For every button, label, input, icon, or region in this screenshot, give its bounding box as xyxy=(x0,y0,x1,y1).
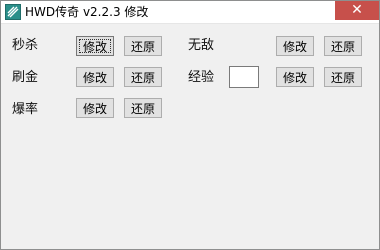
experience-restore-button[interactable]: 还原 xyxy=(324,67,362,87)
app-icon xyxy=(5,4,21,20)
close-button[interactable]: ✕ xyxy=(335,1,379,20)
experience-modify-button[interactable]: 修改 xyxy=(276,67,314,87)
close-icon: ✕ xyxy=(351,2,363,18)
drop-rate-restore-button[interactable]: 还原 xyxy=(124,98,162,118)
instant-kill-modify-button[interactable]: 修改 xyxy=(76,36,114,56)
label-experience: 经验 xyxy=(188,70,215,85)
gold-restore-button[interactable]: 还原 xyxy=(124,67,162,87)
gold-modify-button[interactable]: 修改 xyxy=(76,67,114,87)
drop-rate-modify-button[interactable]: 修改 xyxy=(76,98,114,118)
instant-kill-restore-button[interactable]: 还原 xyxy=(124,36,162,56)
experience-input[interactable] xyxy=(229,66,259,88)
label-instant-kill: 秒杀 xyxy=(12,38,39,53)
label-gold: 刷金 xyxy=(12,70,39,85)
invincible-modify-button[interactable]: 修改 xyxy=(276,36,314,56)
label-drop-rate: 爆率 xyxy=(12,102,39,117)
title-bar[interactable]: HWD传奇 v2.2.3 修改 ✕ xyxy=(1,1,379,24)
window-title: HWD传奇 v2.2.3 修改 xyxy=(25,5,149,19)
invincible-restore-button[interactable]: 还原 xyxy=(324,36,362,56)
label-invincible: 无敌 xyxy=(188,38,215,53)
main-window: HWD传奇 v2.2.3 修改 ✕ 秒杀 修改 还原 刷金 修改 还原 爆率 修… xyxy=(0,0,380,250)
